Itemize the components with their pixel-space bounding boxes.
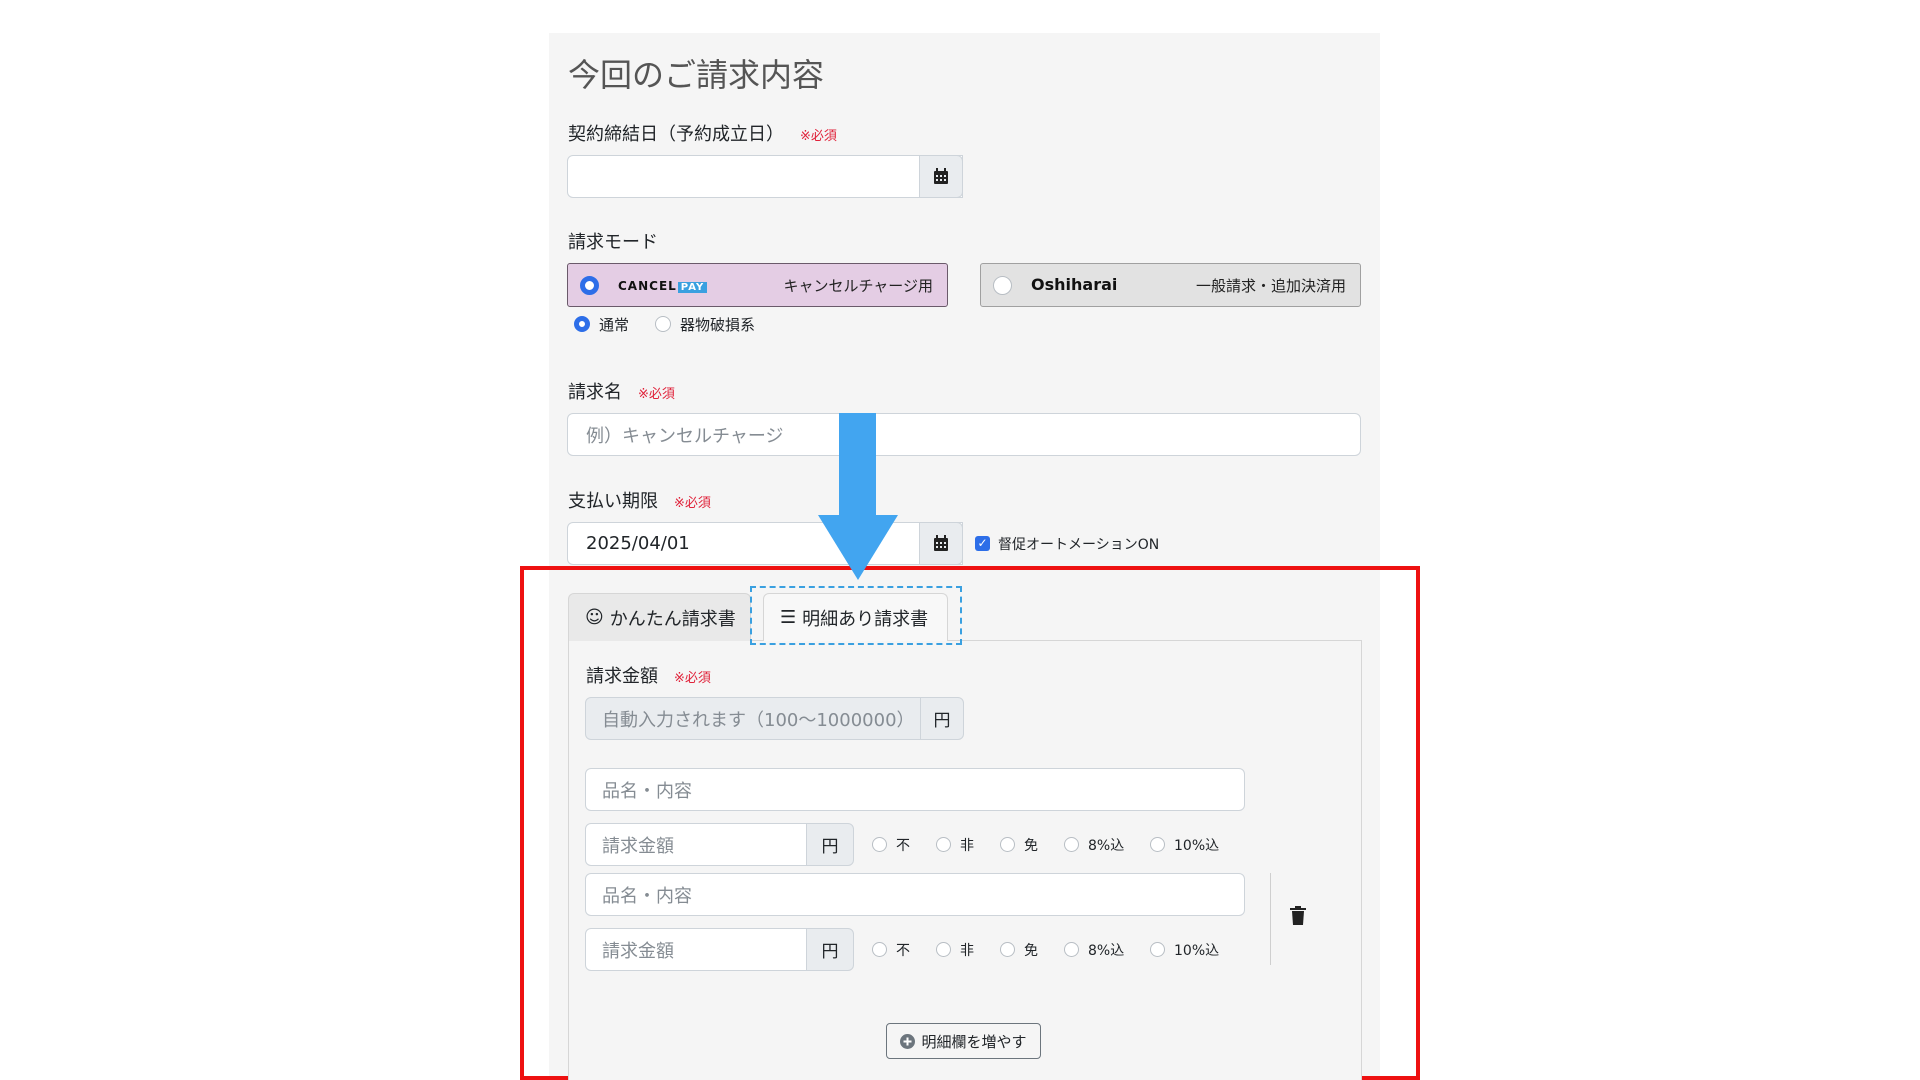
tax-option-label: 10%込: [1174, 838, 1220, 854]
cancelpay-radio[interactable]: [580, 276, 599, 295]
tax-option-label: 10%込: [1174, 943, 1220, 959]
cancelpay-desc: キャンセルチャージ用: [783, 277, 933, 295]
tax-option-label: 不: [896, 943, 910, 959]
delete-row-button[interactable]: [1290, 906, 1306, 929]
item-name-input[interactable]: 品名・内容: [585, 768, 1245, 811]
oshiharai-mode-option[interactable]: Oshiharai 一般請求・追加決済用: [980, 263, 1361, 307]
damage-label: 器物破損系: [680, 316, 756, 334]
oshiharai-radio[interactable]: [993, 276, 1012, 295]
trash-icon: [1290, 906, 1306, 925]
amount-unit: 円: [920, 697, 964, 740]
tax-radio[interactable]: [1000, 837, 1015, 852]
cancelpay-mode-option[interactable]: CANCEL PAY キャンセルチャージ用: [567, 263, 948, 307]
tax-radio[interactable]: [1064, 837, 1079, 852]
page-title: 今回のご請求内容: [568, 56, 825, 94]
cancelpay-logo: CANCEL PAY: [618, 279, 708, 293]
automation-checkbox[interactable]: ✓: [975, 536, 990, 551]
automation-label: 督促オートメーションON: [998, 537, 1160, 553]
tax-option-label: 不: [896, 838, 910, 854]
tax-radio[interactable]: [872, 837, 887, 852]
tax-radio[interactable]: [1000, 942, 1015, 957]
tax-radio[interactable]: [1064, 942, 1079, 957]
tax-radio[interactable]: [872, 942, 887, 957]
damage-radio[interactable]: [655, 316, 671, 332]
item-name-input[interactable]: 品名・内容: [585, 873, 1245, 916]
item-amount-input[interactable]: 請求金額: [585, 928, 807, 971]
billing-mode-label: 請求モード: [568, 232, 658, 253]
item-amount-unit: 円: [806, 928, 854, 971]
tab-focus-outline: [750, 586, 962, 645]
tax-option-label: 免: [1024, 838, 1038, 854]
item-amount-input[interactable]: 請求金額: [585, 823, 807, 866]
required-mark: ※必須: [800, 129, 837, 144]
calendar-button[interactable]: [919, 155, 963, 198]
row-divider: [1270, 873, 1271, 965]
tax-radio[interactable]: [1150, 942, 1165, 957]
tax-option-label: 8%込: [1088, 838, 1125, 854]
tax-option-label: 免: [1024, 943, 1038, 959]
oshiharai-logo: Oshiharai: [1031, 275, 1118, 294]
due-date-calendar-button[interactable]: [919, 522, 963, 565]
add-row-button[interactable]: 明細欄を増やす: [886, 1023, 1041, 1059]
tax-radio[interactable]: [1150, 837, 1165, 852]
calendar-icon: [934, 535, 948, 551]
tax-option-label: 非: [960, 943, 974, 959]
normal-label: 通常: [599, 316, 630, 334]
invoice-name-input[interactable]: 例）キャンセルチャージ: [567, 413, 1361, 456]
plus-circle-icon: [900, 1033, 916, 1049]
smile-icon: ☺: [585, 607, 604, 628]
contract-date-label: 契約締結日（予約成立日） ※必須: [568, 124, 837, 145]
tax-option-label: 8%込: [1088, 943, 1125, 959]
item-amount-unit: 円: [806, 823, 854, 866]
tax-option-label: 非: [960, 838, 974, 854]
tax-radio[interactable]: [936, 942, 951, 957]
annotation-arrow: [839, 413, 876, 518]
oshiharai-desc: 一般請求・追加決済用: [1195, 277, 1346, 295]
invoice-name-label: 請求名 ※必須: [568, 382, 675, 403]
amount-input: 自動入力されます（100〜1000000）: [585, 697, 921, 740]
normal-radio[interactable]: [574, 316, 590, 332]
contract-date-input[interactable]: [567, 155, 963, 198]
due-date-label: 支払い期限 ※必須: [568, 491, 711, 512]
annotation-arrow-head: [818, 515, 898, 580]
tax-radio[interactable]: [936, 837, 951, 852]
tab-simple-invoice[interactable]: ☺ かんたん請求書: [568, 593, 751, 641]
calendar-icon: [934, 168, 948, 184]
due-date-input[interactable]: 2025/04/01: [567, 522, 963, 565]
amount-label: 請求金額 ※必須: [586, 666, 711, 687]
